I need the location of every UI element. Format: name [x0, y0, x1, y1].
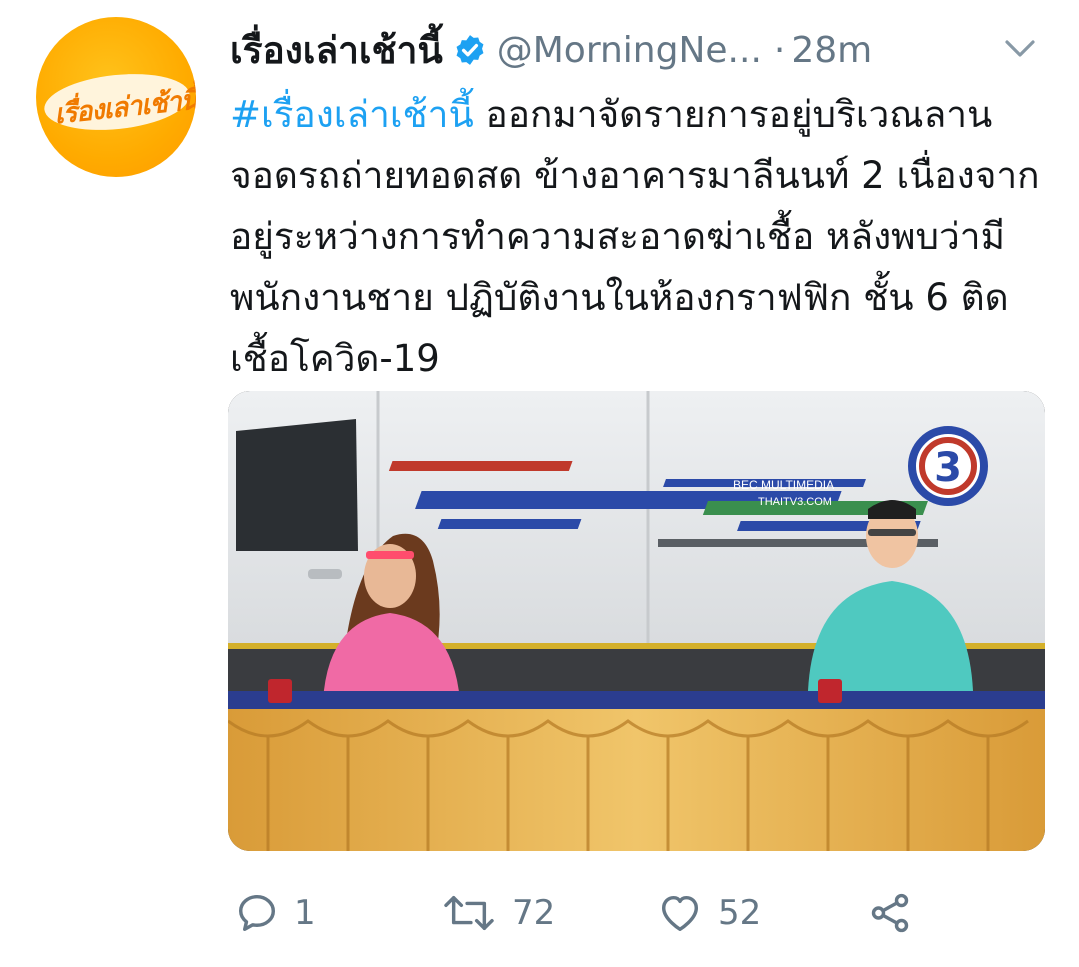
chevron-down-icon[interactable]: [1001, 30, 1039, 68]
retweet-button[interactable]: 72: [440, 883, 555, 943]
retweet-count: 72: [512, 893, 556, 933]
like-count: 52: [718, 893, 762, 933]
tweet-header: เรื่องเล่าเช้านี้ @MorningNe... · 28m: [230, 22, 1049, 78]
retweet-icon: [444, 895, 494, 931]
share-icon: [871, 893, 909, 933]
avatar[interactable]: เรื่องเล่าเช้านี้: [36, 17, 196, 177]
studio-scene-image: 3 BEC MULTIMEDIA THAITV3.COM: [228, 391, 1045, 851]
separator-dot: ·: [773, 29, 786, 71]
tweet-media-photo[interactable]: 3 BEC MULTIMEDIA THAITV3.COM: [228, 391, 1045, 851]
verified-badge-icon: [453, 33, 487, 67]
heart-icon: [661, 895, 699, 932]
tweet-action-bar: 1 72 52: [0, 883, 1079, 943]
tweet-body: ออกมาจัดรายการอยู่บริเวณลานจอดรถถ่ายทอดส…: [230, 93, 1040, 380]
timestamp[interactable]: 28m: [791, 30, 872, 71]
van-brand-text: BEC MULTIMEDIA: [733, 478, 834, 492]
share-button[interactable]: [866, 883, 914, 943]
reply-button[interactable]: 1: [234, 883, 316, 943]
reply-count: 1: [294, 893, 316, 933]
tweet-text: #เรื่องเล่าเช้านี้ ออกมาจัดรายการอยู่บริ…: [230, 84, 1050, 389]
hashtag-link[interactable]: #เรื่องเล่าเช้านี้: [230, 93, 474, 136]
reply-icon: [238, 894, 276, 932]
van-url-text: THAITV3.COM: [758, 496, 832, 508]
channel-logo-number: 3: [934, 445, 962, 491]
display-name[interactable]: เรื่องเล่าเช้านี้: [230, 21, 443, 80]
like-button[interactable]: 52: [656, 883, 761, 943]
handle[interactable]: @MorningNe...: [497, 30, 762, 71]
